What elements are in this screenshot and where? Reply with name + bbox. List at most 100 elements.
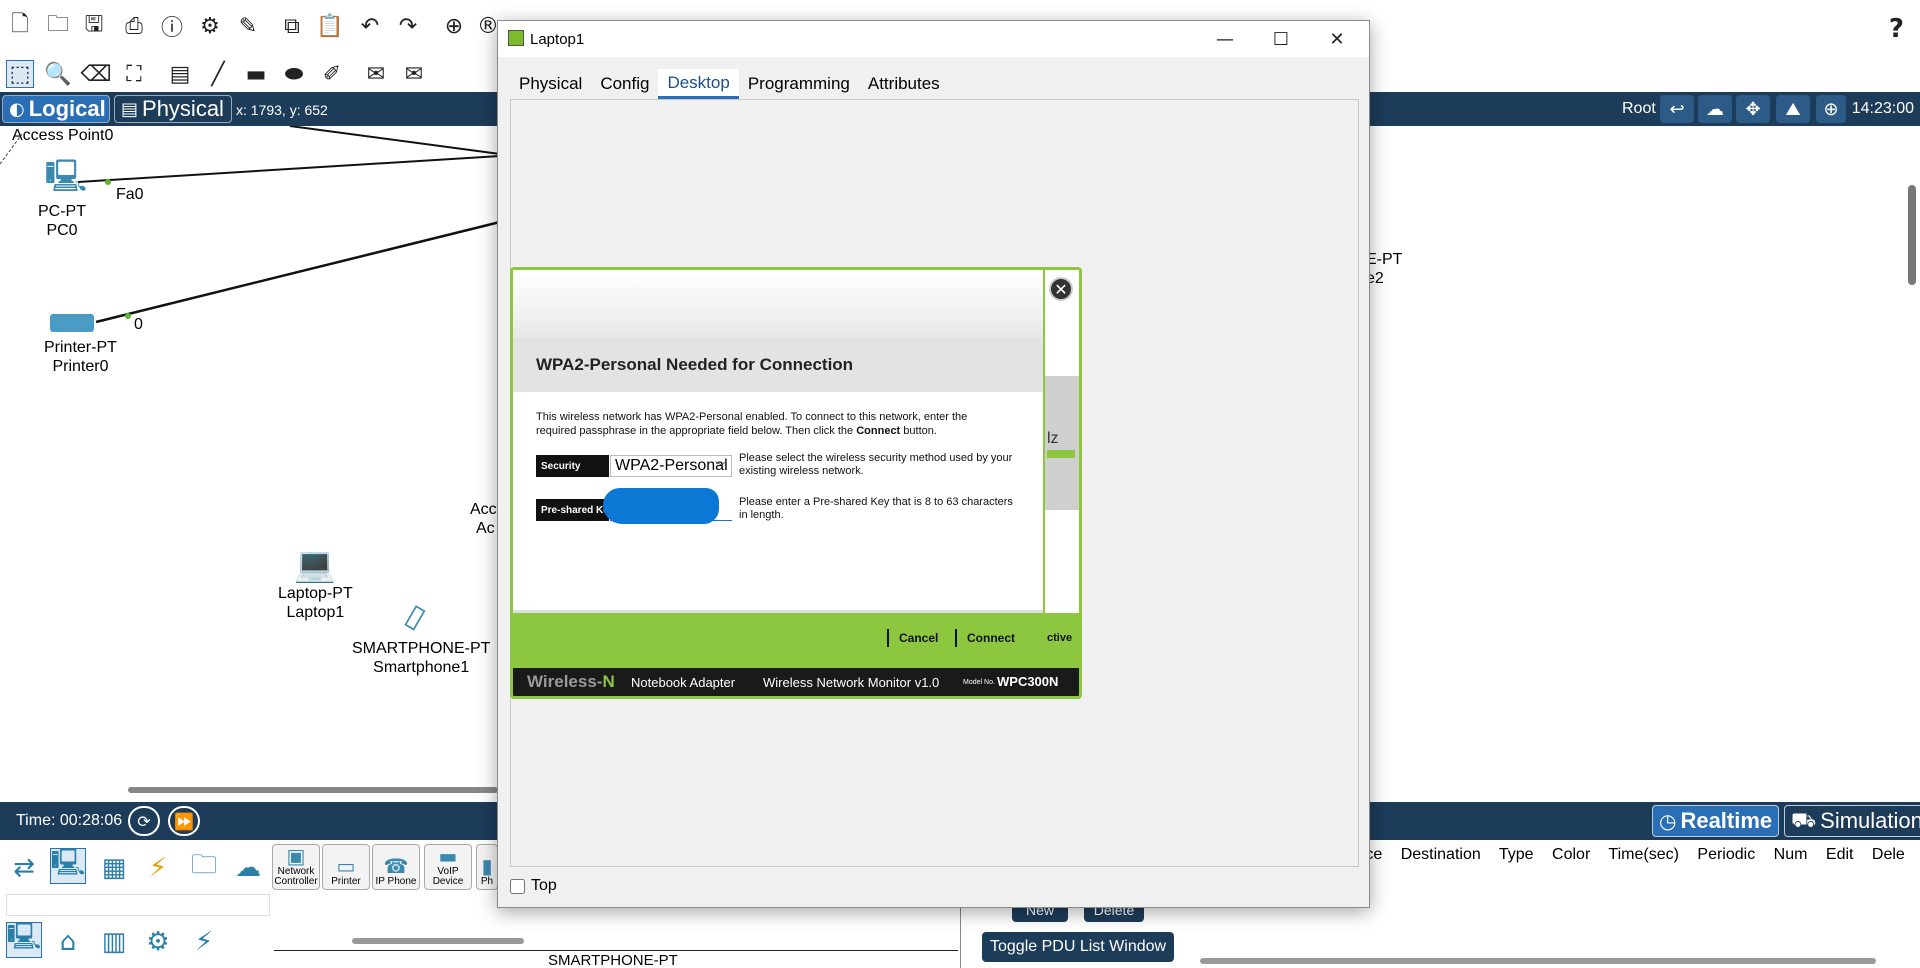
freeform-icon[interactable]: ✐	[318, 60, 346, 88]
logical-view-button[interactable]: ◐ Logical	[2, 95, 110, 123]
panel-divider	[960, 900, 961, 968]
physical-view-button[interactable]: ▤ Physical	[114, 95, 232, 123]
window-titlebar[interactable]: Laptop1 — ☐ ✕	[498, 21, 1369, 57]
device-search-box[interactable]	[6, 894, 270, 916]
access-point-label: Access Point0	[12, 127, 114, 144]
note-icon[interactable]: ▤	[166, 60, 194, 88]
zoom-in-icon[interactable]: ⊕	[440, 12, 468, 40]
security-help: Please select the wireless security meth…	[739, 452, 1013, 477]
pdu-col-edit: Edit	[1825, 846, 1854, 863]
network-wizard-icon[interactable]: ⚙	[196, 12, 224, 40]
draw-line-icon[interactable]: ╱	[204, 60, 232, 88]
pc0-name: PC0	[46, 222, 78, 239]
close-icon[interactable]: ✕	[1314, 23, 1360, 55]
desc-suffix: button.	[900, 425, 937, 437]
connect-button[interactable]: Connect	[955, 629, 1025, 647]
simple-pdu-icon[interactable]: ✉	[362, 60, 390, 88]
cancel-button[interactable]: Cancel	[887, 629, 948, 647]
power-cycle-icon[interactable]: ⟳	[128, 806, 160, 836]
save-icon[interactable]: 🖫	[80, 12, 108, 40]
rectangle-icon[interactable]: ▬	[242, 60, 270, 88]
background-panel-active-text: ctive	[1047, 632, 1073, 644]
fast-forward-icon[interactable]: ⏩	[168, 806, 200, 836]
link-pc0	[77, 155, 501, 183]
redo-icon[interactable]: ↷	[394, 12, 422, 40]
undo-icon[interactable]: ↶	[356, 12, 384, 40]
print-icon[interactable]: ⎙	[120, 12, 148, 40]
laptop1-window: Laptop1 — ☐ ✕ Physical Config Desktop Pr…	[497, 20, 1370, 908]
security-select[interactable]: WPA2-Personal ﹀	[610, 455, 732, 477]
cursor-coordinates: x: 1793, y: 652	[236, 102, 328, 118]
background-icon[interactable]: ⛰	[1776, 95, 1810, 123]
copy-icon[interactable]: ⧉	[278, 12, 306, 40]
open-folder-icon[interactable]: 🗀	[44, 12, 72, 40]
inspect-icon[interactable]: 🔍	[44, 60, 72, 88]
security-label: Security	[536, 455, 609, 477]
ellipse-icon[interactable]: ⬬	[280, 60, 308, 88]
device-tile-network-controller[interactable]: ▣ Network Controller	[272, 844, 320, 890]
components-icon[interactable]: ▦	[96, 850, 132, 886]
smartphone1-type: SMARTPHONE-PT	[352, 640, 491, 657]
viewport-icon[interactable]: ⊕	[1816, 95, 1846, 123]
tab-attributes[interactable]: Attributes	[858, 69, 949, 99]
paste-icon[interactable]: 📋	[316, 12, 344, 40]
clock-icon: ◷	[1659, 809, 1677, 833]
device-tile-ip-phone[interactable]: ☎ IP Phone	[372, 844, 420, 890]
device-tile-phone[interactable]: ▮ Ph	[476, 844, 498, 890]
workspace-vertical-scrollbar[interactable]	[1908, 185, 1916, 285]
realtime-button[interactable]: ◷ Realtime	[1652, 805, 1780, 837]
connections-icon[interactable]: ⚡	[140, 850, 176, 886]
tab-programming[interactable]: Programming	[738, 69, 859, 99]
device-tile-voip[interactable]: ▬ VoIP Device	[424, 844, 472, 890]
back-icon[interactable]: ↩	[1660, 95, 1694, 123]
tab-config[interactable]: Config	[591, 69, 659, 99]
help-icon[interactable]: ?	[1889, 14, 1904, 44]
device-tile-label: IP Phone	[375, 876, 417, 887]
minimize-icon[interactable]: —	[1202, 23, 1248, 55]
device-tile-label: Ph	[480, 876, 494, 887]
top-checkbox-input[interactable]	[510, 878, 525, 894]
simulation-label: Simulation	[1820, 808, 1920, 833]
misc-icon[interactable]: 🗀	[186, 850, 222, 886]
smart-city-icon[interactable]: ▥	[96, 924, 132, 960]
simulation-icon: ⛟	[1791, 807, 1817, 832]
activity-wizard-icon[interactable]: ✎	[234, 12, 262, 40]
move-icon[interactable]: ✥	[1736, 95, 1770, 123]
port-fa0-label: Fa0	[116, 186, 144, 203]
end-device-icon[interactable]: 🖳	[6, 922, 42, 958]
delete-icon[interactable]: ⌫	[80, 60, 111, 88]
tab-physical[interactable]: Physical	[510, 69, 592, 99]
industrial-icon[interactable]: ⚙	[140, 924, 176, 960]
multiuser-icon[interactable]: ☁	[230, 850, 266, 886]
maximize-icon[interactable]: ☐	[1258, 23, 1304, 55]
new-file-icon[interactable]: 🗋	[6, 12, 34, 40]
device-tile-printer[interactable]: ▭ Printer	[322, 844, 370, 890]
top-checkbox[interactable]: Top	[510, 877, 557, 895]
device-list-scrollbar[interactable]	[352, 938, 524, 944]
toggle-pdu-list-button[interactable]: Toggle PDU List Window	[982, 932, 1175, 962]
home-icon[interactable]: ⌂	[50, 924, 86, 960]
physical-label: Physical	[142, 96, 224, 121]
pdu-col-destination: Destination	[1400, 846, 1481, 863]
access-point-partial-label: Acc Ac	[470, 500, 497, 538]
info-icon[interactable]: ⓘ	[158, 12, 186, 41]
network-devices-icon[interactable]: ⇄	[6, 850, 42, 886]
logical-icon: ◐	[9, 98, 25, 120]
workspace-horizontal-scrollbar[interactable]	[128, 787, 498, 793]
dialog-close-icon[interactable]: ✕	[1049, 277, 1073, 301]
device-tile-label: Network Controller	[274, 866, 318, 887]
resize-icon[interactable]: ⛶	[120, 60, 148, 88]
end-devices-icon[interactable]: 🖳	[50, 848, 86, 884]
tab-desktop[interactable]: Desktop	[658, 69, 739, 99]
laptop-icon[interactable]: 💻	[290, 545, 340, 585]
select-icon[interactable]: ⬚	[6, 60, 34, 88]
pc-icon[interactable]: 🖳	[45, 157, 88, 198]
power-grid-icon[interactable]: ⚡	[186, 924, 222, 960]
laptop1-label: Laptop-PT Laptop1	[278, 584, 353, 622]
pdu-list-scrollbar[interactable]	[1200, 958, 1876, 964]
simulation-button[interactable]: ⛟ Simulation	[1784, 805, 1920, 837]
pdu-table-header: rce Destination Type Color Time(sec) Per…	[1360, 846, 1919, 864]
printer-icon[interactable]	[50, 314, 94, 332]
complex-pdu-icon[interactable]: ✉	[400, 60, 428, 88]
cloud-icon[interactable]: ☁	[1698, 95, 1732, 123]
